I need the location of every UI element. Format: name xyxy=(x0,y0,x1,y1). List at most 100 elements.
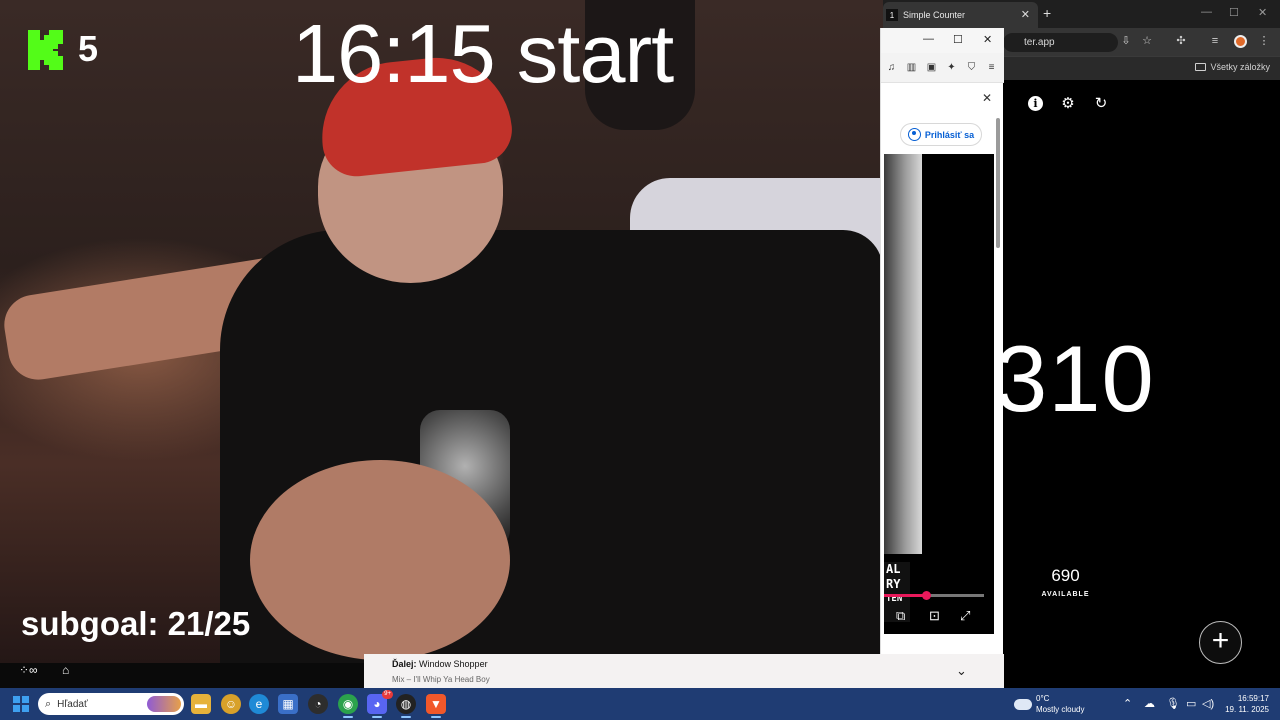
obs-icon[interactable]: ◍ xyxy=(396,694,416,718)
video-player[interactable]: AL RY TEN ⧉ ⊡ ⤢ xyxy=(884,154,994,634)
windows-logo-icon-q2 xyxy=(22,696,29,703)
speedometer-icon[interactable]: ◔ xyxy=(308,694,328,714)
popup-maximize-button[interactable]: ☐ xyxy=(953,33,963,46)
sidebar-icon[interactable]: ▥ xyxy=(906,62,917,73)
chevron-down-icon[interactable]: ⌄ xyxy=(956,663,967,679)
star-icon[interactable]: ☆ xyxy=(1141,35,1153,47)
search-icon: ⌕ xyxy=(45,697,52,710)
weather-temp: 0°C xyxy=(1036,694,1050,703)
url-field[interactable]: ter.app xyxy=(1003,33,1118,52)
cloud-sync-icon[interactable]: ☁ xyxy=(1144,697,1155,710)
windows-taskbar: ⌕ Hľadať ▬ ☺ e ▦ ◔ ◉ ◕ 9+ ◍ ▼ 0°C Mostly… xyxy=(0,688,1280,720)
cloud-icon xyxy=(1014,698,1032,710)
tab-index: 1 xyxy=(886,9,898,21)
chrome-icon[interactable]: ◉ xyxy=(338,694,358,718)
media-icon[interactable]: ≡ xyxy=(1209,35,1221,47)
taskbar-search[interactable]: ⌕ Hľadať xyxy=(38,693,184,715)
desktop-screen: 5 16:15 start subgoal: 21/25 ⁘∞ ⌂ 1 Simp… xyxy=(0,0,1280,720)
minimize-button[interactable]: — xyxy=(1201,6,1212,18)
connection-icon: ⁘∞ xyxy=(19,663,38,677)
next-up-bar[interactable]: Ďalej: Window Shopper Mix – I'll Whip Ya… xyxy=(364,654,1004,688)
youtube-popup-window: — ☐ ✕ ♫ ▥ ▣ ✦ ⛉ ≡ ✕ Prihlásiť sa AL RY T… xyxy=(880,28,1004,693)
plus-icon: + xyxy=(1211,624,1230,657)
network-icon[interactable]: ▭ xyxy=(1186,697,1196,710)
microphone-icon[interactable]: 🎙 xyxy=(1166,697,1180,710)
close-icon[interactable]: ✕ xyxy=(1021,8,1030,21)
volume-icon[interactable]: ◁) xyxy=(1202,697,1214,710)
available-label: AVAILABLE xyxy=(1041,591,1090,598)
next-up-subtitle: Mix – I'll Whip Ya Head Boy xyxy=(392,675,490,684)
chevron-up-icon[interactable]: ⌃ xyxy=(1123,697,1132,710)
music-icon[interactable]: ♫ xyxy=(886,62,897,73)
video-progress-fill xyxy=(884,594,926,597)
edge-icon[interactable]: e xyxy=(249,694,269,714)
menu-icon[interactable]: ≡ xyxy=(986,62,997,73)
weather-text: 0°C Mostly cloudy xyxy=(1036,693,1084,715)
cast-icon[interactable]: ⊡ xyxy=(929,608,940,624)
counter-value: 310 xyxy=(995,326,1155,431)
clock-time: 16:59:17 xyxy=(1237,694,1269,703)
leo-ai-icon[interactable]: ✦ xyxy=(946,62,957,73)
available-number: 690 xyxy=(1051,566,1080,585)
new-tab-button[interactable]: + xyxy=(1043,5,1051,21)
video-progress-knob[interactable] xyxy=(922,591,931,600)
popup-titlebar: — ☐ ✕ xyxy=(881,28,1004,53)
install-icon[interactable]: ⇩ xyxy=(1120,35,1132,47)
signin-label: Prihlásiť sa xyxy=(924,129,975,140)
windows-logo-icon-q4 xyxy=(22,705,29,712)
info-icon[interactable]: i xyxy=(1028,96,1043,111)
all-bookmarks-label: Všetky záložky xyxy=(1210,62,1270,72)
streamer-knee xyxy=(250,460,510,660)
kebab-menu-icon[interactable]: ⋮ xyxy=(1258,35,1270,47)
popup-scroll-thumb[interactable] xyxy=(996,118,1000,248)
stream-start-time: 16:15 start xyxy=(292,7,674,100)
miniplayer-icon[interactable]: ⧉ xyxy=(896,608,905,624)
popup-toolbar: ♫ ▥ ▣ ✦ ⛉ ≡ xyxy=(881,53,1004,83)
weather-widget[interactable]: 0°C Mostly cloudy xyxy=(1014,693,1084,715)
subgoal-text: subgoal: 21/25 xyxy=(21,605,251,642)
webcam-feed: 5 16:15 start subgoal: 21/25 xyxy=(0,0,883,663)
fullscreen-icon[interactable]: ⤢ xyxy=(960,608,970,624)
brave-icon[interactable]: ▼ xyxy=(426,694,446,718)
wallet-icon[interactable]: ▣ xyxy=(926,62,937,73)
increment-button[interactable]: + xyxy=(1199,621,1242,664)
popup-scrollbar[interactable] xyxy=(995,118,1001,678)
video-progress-bar[interactable] xyxy=(884,591,984,600)
notification-badge: 9+ xyxy=(382,690,393,699)
all-bookmarks-button[interactable]: Všetky záložky xyxy=(1195,62,1270,72)
video-logo-line1: AL xyxy=(886,562,901,576)
popup-close-button[interactable]: ✕ xyxy=(983,33,992,46)
tab-title: Simple Counter xyxy=(903,10,966,20)
close-window-button[interactable]: ✕ xyxy=(1258,6,1267,19)
windows-logo-icon xyxy=(13,696,20,703)
taskbar-clock[interactable]: 16:59:17 19. 11. 2025 xyxy=(1221,693,1269,715)
kick-viewer-count: 5 xyxy=(78,28,99,69)
weather-desc: Mostly cloudy xyxy=(1036,705,1085,714)
discord-icon[interactable]: ◕ 9+ xyxy=(367,690,393,718)
store-icon: ⌂ xyxy=(62,663,70,677)
user-icon xyxy=(907,128,921,141)
store-icon[interactable]: ▦ xyxy=(278,694,298,714)
tab-simple-counter[interactable]: 1 Simple Counter ✕ xyxy=(883,2,1038,28)
maximize-button[interactable]: ☐ xyxy=(1229,6,1239,19)
signin-button[interactable]: Prihlásiť sa xyxy=(900,123,982,146)
popup-minimize-button[interactable]: — xyxy=(923,33,934,45)
refresh-icon[interactable]: ↻ xyxy=(1093,96,1109,112)
puzzle-icon[interactable]: ✣ xyxy=(1175,35,1187,47)
start-button[interactable] xyxy=(13,696,29,712)
next-up-title: Window Shopper xyxy=(419,659,488,669)
close-icon[interactable]: ✕ xyxy=(982,91,992,105)
next-up-prefix: Ďalej: xyxy=(392,659,417,669)
video-logo-line2: RY xyxy=(886,577,901,591)
file-explorer-icon[interactable]: ▬ xyxy=(191,694,211,714)
gear-icon[interactable]: ⚙ xyxy=(1060,96,1076,112)
search-highlight-image xyxy=(147,696,181,712)
profile-avatar[interactable] xyxy=(1234,35,1247,48)
browser-tab-bar: 1 Simple Counter ✕ + — ☐ ✕ xyxy=(883,0,1280,28)
shield-icon[interactable]: ⛉ xyxy=(966,62,977,73)
next-up-title-line: Ďalej: Window Shopper xyxy=(392,659,488,669)
stream-footer-strip: ⁘∞ ⌂ xyxy=(0,663,364,688)
app-icon[interactable]: ☺ xyxy=(221,694,241,714)
windows-logo-icon-q3 xyxy=(13,705,20,712)
clock-date: 19. 11. 2025 xyxy=(1225,705,1269,714)
